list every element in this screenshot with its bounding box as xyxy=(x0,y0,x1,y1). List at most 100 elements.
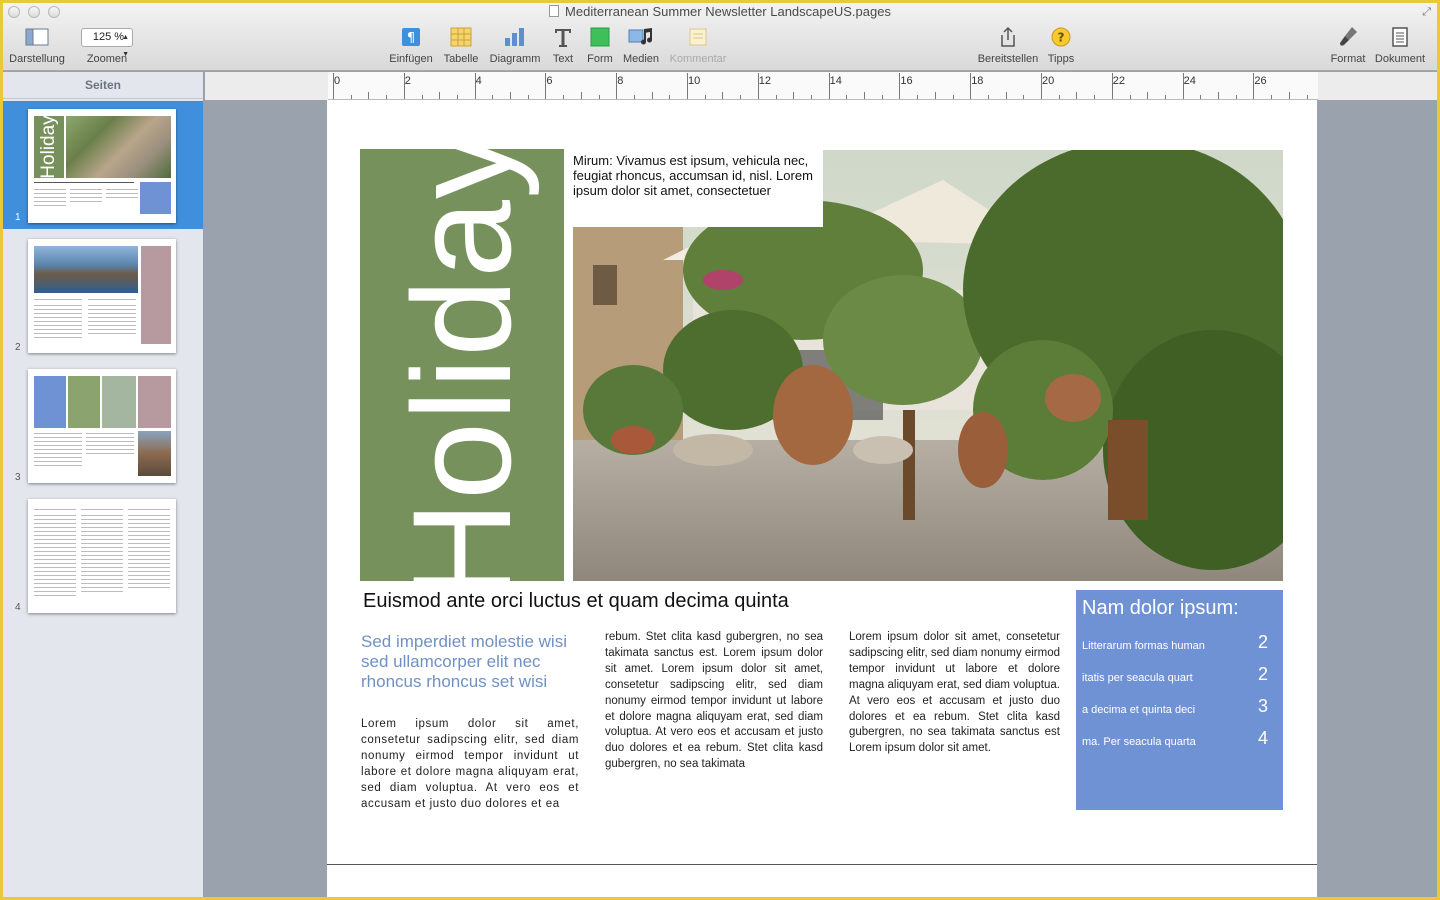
contents-row-text: Litterarum formas human xyxy=(1082,640,1205,652)
thumbnail-image: Holiday xyxy=(28,109,176,223)
page-thumbnail-3[interactable]: 3 xyxy=(3,361,203,489)
ruler-label: 4 xyxy=(475,75,482,87)
ruler-tick xyxy=(616,73,618,99)
ruler-tick xyxy=(527,95,529,99)
holiday-title[interactable]: Holiday xyxy=(383,149,540,581)
ruler-tick xyxy=(598,95,600,99)
ruler-tick xyxy=(669,95,671,99)
view-icon xyxy=(25,28,49,46)
document-icon xyxy=(549,5,560,17)
body-column-1[interactable]: Lorem ipsum dolor sit amet, consetetur s… xyxy=(361,717,579,812)
ruler-tick xyxy=(456,95,458,99)
text-button[interactable]: Text xyxy=(549,25,577,65)
ruler-tick xyxy=(1094,95,1096,99)
ruler-tick xyxy=(1164,95,1166,99)
horizontal-ruler[interactable]: 0 2 4 6 8 10 12 14 16 18 20 22 24 26 xyxy=(328,72,1318,100)
ruler-label: 18 xyxy=(971,75,984,87)
ruler-tick xyxy=(1306,95,1308,99)
page-number: 2 xyxy=(15,342,21,353)
ruler-tick xyxy=(917,95,919,99)
chart-button[interactable]: Diagramm xyxy=(487,25,543,65)
sidebar-header: Seiten xyxy=(3,72,203,99)
comment-button[interactable]: Kommentar xyxy=(667,25,729,65)
ruler-tick xyxy=(722,92,724,99)
ruler-margin-right xyxy=(1318,72,1437,100)
ruler-tick xyxy=(1129,95,1131,99)
text-icon xyxy=(555,29,571,47)
ruler-tick xyxy=(1147,92,1149,99)
ruler-tick xyxy=(1271,95,1273,99)
shape-icon xyxy=(590,27,610,47)
view-button[interactable]: Darstellung xyxy=(9,25,65,65)
format-button[interactable]: Format xyxy=(1327,25,1369,65)
media-button[interactable]: Medien xyxy=(621,25,661,65)
ruler-tick xyxy=(987,95,989,99)
ruler-tick xyxy=(687,73,688,99)
tips-button[interactable]: ? Tipps xyxy=(1045,25,1077,65)
share-button[interactable]: Bereitstellen xyxy=(977,25,1039,65)
body-column-3[interactable]: Lorem ipsum dolor sit amet, consetetur s… xyxy=(849,630,1060,757)
ruler-tick xyxy=(881,95,883,99)
chart-icon xyxy=(505,28,524,46)
page-thumbnail-1[interactable]: Holiday 1 xyxy=(3,101,203,229)
page-thumbnail-4[interactable]: 4 xyxy=(3,491,203,619)
ruler-tick xyxy=(846,95,848,99)
table-button[interactable]: Tabelle xyxy=(439,25,483,65)
shape-button[interactable]: Form xyxy=(585,25,615,65)
contents-row: ma. Per seacula quarta 4 xyxy=(1082,728,1272,749)
zoom-control[interactable]: 125 % ▲ ▼ Zoomen xyxy=(79,25,135,65)
ruler-tick xyxy=(492,95,494,99)
ruler-tick xyxy=(563,95,565,99)
contents-row-number: 4 xyxy=(1257,728,1268,748)
ruler-tick xyxy=(1076,92,1078,99)
ruler-tick xyxy=(580,92,582,99)
footer-rule xyxy=(327,864,1317,865)
contents-box[interactable]: Nam dolor ipsum: Litterarum formas human… xyxy=(1076,590,1283,810)
help-icon: ? xyxy=(1051,27,1071,47)
ruler-tick xyxy=(545,73,547,99)
thumbnail-holiday-text: Holiday xyxy=(38,116,59,178)
contents-row-text: itatis per seacula quart xyxy=(1082,672,1193,684)
ruler-label: 22 xyxy=(1112,75,1126,87)
ruler-label: 16 xyxy=(900,75,913,87)
ruler-tick xyxy=(1023,95,1025,99)
contents-row: a decima et quinta deci 3 xyxy=(1082,696,1272,717)
document-page[interactable]: Holiday Mirum: Vivamus est ipsum, vehicu… xyxy=(327,100,1317,897)
ruler-tick xyxy=(1235,95,1237,99)
insert-icon: ¶ xyxy=(402,28,420,46)
page-thumbnail-2[interactable]: 2 xyxy=(3,231,203,359)
ruler-tick xyxy=(403,73,405,99)
ruler-label: 8 xyxy=(617,75,624,87)
insert-label: Einfügen xyxy=(389,53,433,65)
ruler-tick xyxy=(775,95,777,99)
ruler-label: 12 xyxy=(758,75,772,87)
ruler-tick xyxy=(1288,92,1290,99)
window-title: Mediterranean Summer Newsletter Landscap… xyxy=(3,4,1437,19)
zoom-select[interactable]: 125 % ▲ ▼ xyxy=(81,27,133,58)
window-title-text: Mediterranean Summer Newsletter Landscap… xyxy=(565,4,891,19)
fullscreen-icon[interactable]: ⤢ xyxy=(1422,6,1431,19)
ruler-tick xyxy=(952,95,954,99)
app-window: Mediterranean Summer Newsletter Landscap… xyxy=(3,3,1437,897)
ruler-tick xyxy=(828,73,830,99)
article-headline[interactable]: Euismod ante orci luctus et quam decima … xyxy=(363,590,789,613)
contents-row: Litterarum formas human 2 xyxy=(1082,632,1272,653)
ruler-tick xyxy=(1253,73,1255,99)
svg-text:?: ? xyxy=(1058,31,1065,45)
document-button[interactable]: Dokument xyxy=(1373,25,1427,65)
intro-text[interactable]: Mirum: Vivamus est ipsum, vehicula nec, … xyxy=(573,153,813,198)
ruler-tick xyxy=(439,92,441,99)
body-column-2[interactable]: rebum. Stet clita kasd gubergren, no sea… xyxy=(605,630,823,773)
document-label: Dokument xyxy=(1374,53,1426,65)
page-number: 3 xyxy=(15,472,21,483)
share-label: Bereitstellen xyxy=(977,53,1039,65)
media-label: Medien xyxy=(622,53,660,65)
pull-quote[interactable]: Sed imperdiet molestie wisi sed ullamcor… xyxy=(361,632,581,692)
insert-button[interactable]: ¶ Einfügen xyxy=(389,25,433,65)
ruler-tick xyxy=(704,95,706,99)
ruler-tick xyxy=(1111,73,1113,99)
contents-row-number: 2 xyxy=(1257,664,1268,684)
contents-row: itatis per seacula quart 2 xyxy=(1082,664,1272,685)
ruler-tick xyxy=(793,92,795,99)
title-block[interactable]: Holiday xyxy=(360,149,564,581)
